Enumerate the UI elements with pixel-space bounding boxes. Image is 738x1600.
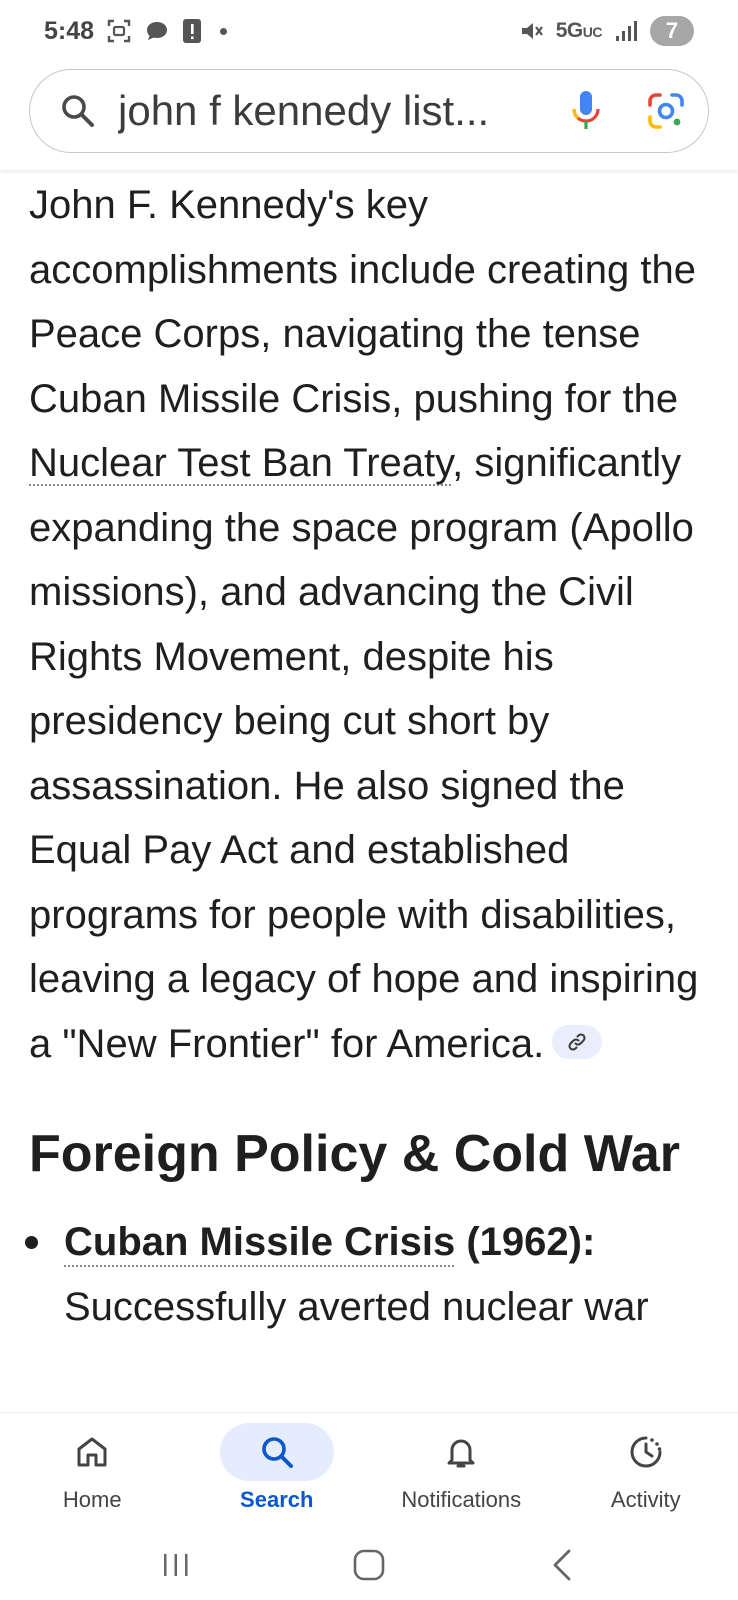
back-icon bbox=[553, 1549, 571, 1581]
answer-part-2: , significantly expanding the space prog… bbox=[29, 441, 699, 1066]
screenshot-icon bbox=[106, 18, 132, 44]
back-button[interactable] bbox=[532, 1540, 592, 1590]
status-time: 5:48 bbox=[44, 16, 95, 45]
network-sub: UC bbox=[582, 24, 603, 40]
status-left: 5:48 bbox=[44, 16, 228, 46]
cuban-missile-crisis-link[interactable]: Cuban Missile Crisis bbox=[64, 1220, 455, 1264]
nav-activity-icon-wrap bbox=[589, 1423, 703, 1481]
notification-dot-icon bbox=[220, 27, 228, 35]
nav-activity-label: Activity bbox=[610, 1487, 681, 1512]
source-link-button[interactable] bbox=[552, 1024, 603, 1059]
ai-overview-text: John F. Kennedy's key accomplishments in… bbox=[29, 173, 709, 1076]
bullet-list: Cuban Missile Crisis (1962): Successfull… bbox=[25, 1210, 709, 1339]
bullet-term: Cuban Missile Crisis (1962): bbox=[64, 1220, 595, 1264]
recent-apps-button[interactable] bbox=[146, 1540, 206, 1590]
recent-apps-icon bbox=[164, 1554, 188, 1576]
status-right: 5GUC 7 bbox=[518, 16, 694, 46]
bullet-text: Successfully averted nuclear war bbox=[64, 1284, 649, 1329]
nav-home[interactable]: Home bbox=[0, 1413, 185, 1530]
nuclear-test-ban-treaty-link[interactable]: Nuclear Test Ban Treaty bbox=[29, 441, 452, 485]
nav-notifications-icon-wrap bbox=[404, 1423, 518, 1481]
network-label: 5GUC bbox=[555, 19, 603, 43]
section-heading: Foreign Policy & Cold War bbox=[29, 1125, 681, 1183]
signal-icon bbox=[614, 19, 638, 43]
link-icon bbox=[568, 1033, 586, 1051]
search-header: john f kennedy list... bbox=[0, 62, 738, 170]
mute-icon bbox=[518, 18, 544, 44]
search-query[interactable]: john f kennedy list... bbox=[118, 87, 528, 135]
system-navigation-bar bbox=[0, 1530, 738, 1600]
nav-activity[interactable]: Activity bbox=[554, 1413, 738, 1530]
alert-icon bbox=[182, 18, 202, 44]
nav-notifications[interactable]: Notifications bbox=[369, 1413, 554, 1530]
nav-notifications-label: Notifications bbox=[401, 1487, 522, 1512]
google-lens-icon[interactable] bbox=[644, 89, 688, 133]
search-bar[interactable]: john f kennedy list... bbox=[29, 69, 709, 153]
bell-icon bbox=[447, 1439, 475, 1468]
status-bar: 5:48 5GUC 7 bbox=[0, 0, 738, 62]
nav-search[interactable]: Search bbox=[185, 1413, 370, 1530]
bullet-term-suffix: (1962): bbox=[455, 1220, 596, 1264]
chat-bubble-icon bbox=[144, 19, 170, 43]
bottom-navigation: Home Search Notifications Activity bbox=[0, 1412, 738, 1530]
activity-icon bbox=[630, 1436, 662, 1468]
screen: 5:48 5GUC 7 john f kennedy list... John … bbox=[0, 0, 738, 1600]
search-icon bbox=[60, 93, 96, 129]
search-icon bbox=[261, 1437, 293, 1468]
battery-level: 7 bbox=[650, 16, 694, 46]
microphone-icon[interactable] bbox=[564, 89, 608, 133]
home-button[interactable] bbox=[339, 1540, 399, 1590]
nav-home-icon-wrap bbox=[35, 1423, 149, 1481]
home-circle-icon bbox=[353, 1549, 385, 1581]
network-type: 5G bbox=[555, 19, 584, 42]
list-item: Cuban Missile Crisis (1962): Successfull… bbox=[25, 1210, 709, 1339]
home-icon bbox=[77, 1437, 107, 1467]
nav-home-label: Home bbox=[62, 1487, 122, 1512]
answer-content: John F. Kennedy's key accomplishments in… bbox=[0, 170, 738, 1412]
nav-search-label: Search bbox=[240, 1487, 314, 1512]
nav-search-icon-wrap bbox=[219, 1423, 334, 1481]
answer-part-1: John F. Kennedy's key accomplishments in… bbox=[29, 183, 697, 421]
